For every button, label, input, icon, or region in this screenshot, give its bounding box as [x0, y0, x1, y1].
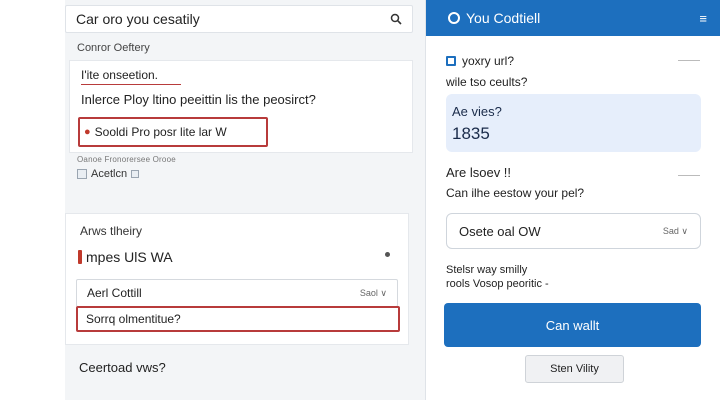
- error-field-value: Sorrq olmentitue?: [86, 312, 181, 326]
- right-select[interactable]: Osete oal OW Sad ∨: [446, 213, 701, 249]
- value-box[interactable]: Ae vies? 1835: [446, 94, 701, 152]
- checkbox[interactable]: [77, 169, 87, 179]
- right-select-value: Osete oal OW: [459, 223, 541, 239]
- error-field[interactable]: Sorrq olmentitue?: [76, 306, 400, 332]
- right-header: You Codtiell ≡: [426, 0, 720, 36]
- alert-icon: ●: [84, 126, 91, 138]
- question-1: yoxry url?: [446, 54, 514, 68]
- search-bar[interactable]: Car oro you cesatily: [65, 5, 413, 33]
- card-line-2: Inlerce Ploy ltino peeittin lis the peos…: [81, 92, 316, 107]
- checkbox-row[interactable]: Acetlcn: [77, 168, 140, 180]
- more-icon[interactable]: [385, 252, 390, 257]
- logo-icon: [448, 12, 460, 24]
- search-icon[interactable]: [390, 13, 402, 25]
- collapse-icon-1[interactable]: [678, 60, 700, 61]
- secondary-button[interactable]: Sten Vility: [525, 355, 624, 383]
- primary-button[interactable]: Can wallt: [444, 303, 701, 347]
- bottom-question: Ceertoad vws?: [79, 360, 166, 375]
- form-card-title: Arws tlheiry: [80, 224, 143, 238]
- search-input[interactable]: Car oro you cesatily: [76, 11, 390, 27]
- menu-icon[interactable]: ≡: [699, 11, 707, 26]
- marker-icon: [78, 250, 82, 264]
- highlighted-answer[interactable]: ● Sooldi Pro posr lite lar W: [78, 117, 268, 147]
- note-line-2: rools Vosop peoritic -: [446, 278, 549, 290]
- form-card: Arws tlheiry mpes UlS WA Aerl Cottill Sa…: [65, 213, 409, 345]
- question-2-sub: Can ilhe eestow your pel?: [446, 186, 585, 200]
- question-1-text: yoxry url?: [462, 54, 515, 68]
- collapse-icon-2[interactable]: [678, 175, 700, 176]
- form-select-hint: Saol ∨: [359, 287, 387, 298]
- left-pane: Car oro you cesatily Conror Oeftery I'it…: [65, 0, 425, 400]
- question-1-sub: wile tso ceults?: [446, 75, 528, 89]
- value-number: 1835: [452, 124, 490, 143]
- mini-label: Oanoe Fronorersee Orooe: [77, 155, 176, 164]
- right-select-hint: Sad ∨: [662, 225, 688, 236]
- section-title: Conror Oeftery: [77, 42, 150, 54]
- form-select[interactable]: Aerl Cottill Saol ∨: [76, 279, 398, 307]
- form-icon: [446, 56, 456, 66]
- note-line-1: Stelsr way smilly: [446, 264, 528, 276]
- form-select-value: Aerl Cottill: [87, 286, 142, 300]
- checkbox-2[interactable]: [131, 170, 140, 178]
- question-2: Are lsoev !!: [446, 165, 512, 180]
- right-header-title: You Codtiell: [466, 10, 541, 26]
- card-line-1: I'ite onseetion.: [81, 68, 181, 85]
- form-card-heading-text: mpes UlS WA: [86, 249, 173, 265]
- question-card: I'ite onseetion. Inlerce Ploy ltino peei…: [69, 60, 413, 153]
- checkbox-label: Acetlcn: [91, 168, 128, 180]
- right-pane: You Codtiell ≡ yoxry url? wile tso ceult…: [425, 0, 720, 400]
- highlighted-answer-text: Sooldi Pro posr lite lar W: [94, 125, 227, 139]
- value-label: Ae vies?: [452, 104, 502, 119]
- form-card-heading: mpes UlS WA: [78, 249, 173, 265]
